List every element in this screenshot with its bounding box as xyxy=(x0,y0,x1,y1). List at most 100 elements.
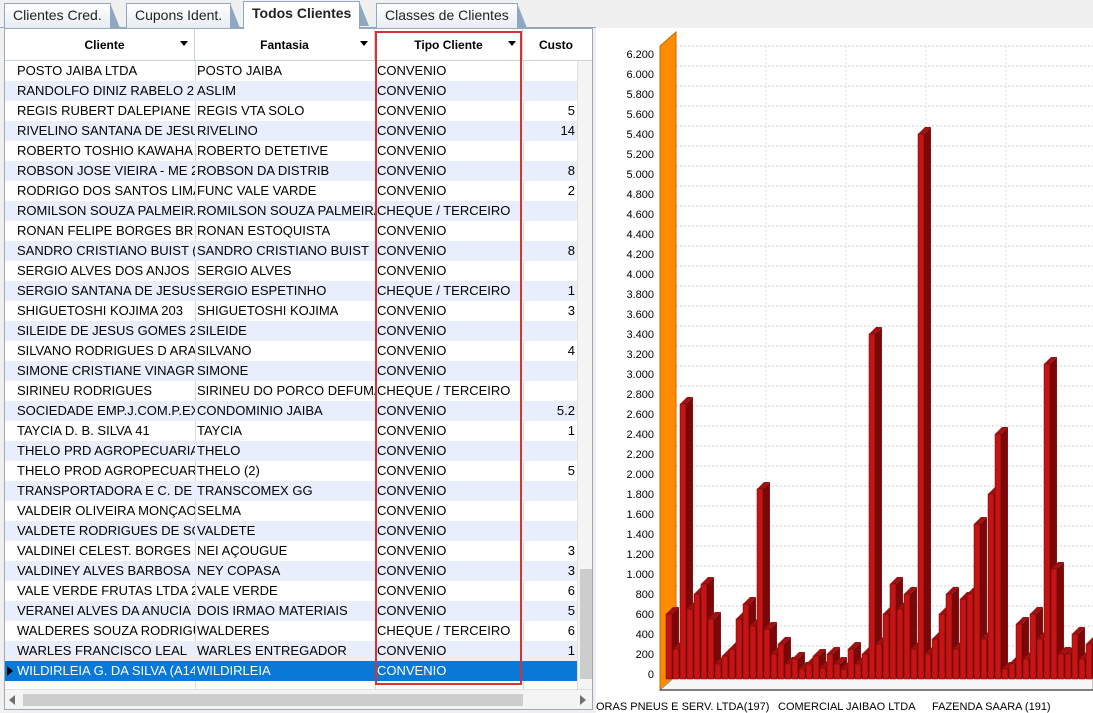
cell-cliente: SERGIO SANTANA DE JESUS xyxy=(17,283,195,298)
column-header-cliente-label: Cliente xyxy=(84,38,125,52)
y-tick-label: 4.400 xyxy=(626,229,654,241)
y-tick-label: 3.000 xyxy=(626,369,654,381)
y-tick-label: 5.400 xyxy=(626,129,654,141)
bar xyxy=(861,653,869,680)
cell-fantasia: VALDETE xyxy=(197,523,256,538)
vertical-scrollbar[interactable] xyxy=(577,61,592,689)
bar xyxy=(770,653,778,680)
cell-fantasia: NEI AÇOUGUE xyxy=(197,543,288,558)
tab-todos-clientes[interactable]: Todos Clientes xyxy=(243,1,370,29)
y-tick-label: 1.200 xyxy=(626,549,654,561)
bar xyxy=(903,593,911,680)
bar xyxy=(959,598,967,680)
cell-custo xyxy=(525,441,575,461)
x-tick-label: FAZENDA SAARA (191) xyxy=(932,701,1051,713)
row-indicator-icon xyxy=(7,666,13,676)
cell-fantasia: SELMA xyxy=(197,503,242,518)
cell-cliente: VALDETE RODRIGUES DE SO xyxy=(17,523,195,538)
clients-chart: 6.200 6.000 5.800 5.600 5.400 5.200 5.000 4.800… xyxy=(596,28,1093,713)
cell-cliente: THELO PROD AGROPECUAR xyxy=(17,463,195,478)
cell-fantasia: SILEIDE xyxy=(197,323,247,338)
cell-fantasia: RIVELINO xyxy=(197,123,258,138)
bar xyxy=(812,655,820,680)
bar xyxy=(679,403,687,680)
cell-fantasia: ROBERTO DETETIVE xyxy=(197,143,328,158)
column-header-fantasia[interactable]: Fantasia xyxy=(195,29,375,61)
bar xyxy=(735,618,743,680)
y-tick-label: 4.800 xyxy=(626,189,654,201)
y-tick-label: 5.800 xyxy=(626,89,654,101)
cell-fantasia: WILDIRLEIA xyxy=(197,663,271,678)
y-tick-label: 200 xyxy=(636,649,654,661)
bar xyxy=(784,663,792,680)
horizontal-scroll-thumb[interactable] xyxy=(23,694,523,706)
bar xyxy=(1050,568,1058,680)
cell-fantasia: SERGIO ESPETINHO xyxy=(197,283,327,298)
bar xyxy=(714,663,722,680)
cell-custo: 5.2 xyxy=(556,403,575,418)
cell-custo xyxy=(525,501,575,521)
cell-fantasia: ROBSON DA DISTRIB xyxy=(197,163,330,178)
column-header-custo[interactable]: Custo xyxy=(523,29,577,61)
bar xyxy=(805,663,813,680)
bar-top xyxy=(1086,637,1093,644)
cell-custo: 6 xyxy=(567,583,575,598)
bar xyxy=(868,333,876,680)
y-tick-label: 2.800 xyxy=(626,389,654,401)
bar xyxy=(1071,633,1079,680)
bar xyxy=(889,583,897,680)
cell-fantasia: THELO (2) xyxy=(197,463,260,478)
cell-custo xyxy=(525,141,575,161)
cell-cliente: WILDIRLEIA G. DA SILVA (A14 xyxy=(17,663,195,678)
clients-grid: Cliente Fantasia Tipo Cliente Custo POST… xyxy=(4,28,593,710)
tab-cupons-ident[interactable]: Cupons Ident. xyxy=(126,3,241,28)
cell-cliente: RONAN FELIPE BORGES BR xyxy=(17,223,194,238)
y-tick-label: 6.000 xyxy=(626,69,654,81)
cell-fantasia: SANDRO CRISTIANO BUIST xyxy=(197,243,369,258)
cell-cliente: SHIGUETOSHI KOJIMA 203 xyxy=(17,303,183,318)
cell-cliente: SERGIO ALVES DOS ANJOS xyxy=(17,263,190,278)
cell-cliente: SIRINEU RODRIGUES xyxy=(17,383,153,398)
bar xyxy=(791,658,799,680)
scroll-left-icon[interactable] xyxy=(9,695,15,705)
cell-custo: 2 xyxy=(567,183,575,198)
horizontal-scrollbar[interactable] xyxy=(5,689,592,709)
column-header-custo-label: Custo xyxy=(539,38,573,52)
cell-fantasia: VALE VERDE xyxy=(197,583,278,598)
bar xyxy=(931,638,939,680)
y-tick-label: 5.200 xyxy=(626,149,654,161)
y-tick-label: 3.200 xyxy=(626,349,654,361)
cell-cliente: SOCIEDADE EMP.J.COM.P.EX xyxy=(17,403,195,418)
bar xyxy=(707,618,715,680)
cell-custo xyxy=(525,361,575,381)
cell-fantasia: CONDOMINIO JAIBA xyxy=(197,403,323,418)
cell-cliente: VALDINEY ALVES BARBOSA xyxy=(17,563,191,578)
bar xyxy=(1057,653,1065,680)
vertical-scroll-thumb[interactable] xyxy=(580,569,592,679)
bar xyxy=(840,668,848,680)
bar xyxy=(924,653,932,680)
bar xyxy=(693,593,701,680)
cell-custo xyxy=(525,221,575,241)
x-tick-label: COMERCIAL JAIBAO LTDA xyxy=(778,701,916,713)
cell-cliente: VALDINEI CELEST. BORGES xyxy=(17,543,191,558)
column-header-cliente[interactable]: Cliente xyxy=(15,29,195,61)
cell-custo: 6 xyxy=(567,623,575,638)
bar xyxy=(966,593,974,680)
y-tick-label: 4.200 xyxy=(626,249,654,261)
bar xyxy=(987,493,995,680)
scroll-right-icon[interactable] xyxy=(580,695,586,705)
cell-cliente: VALDEIR OLIVEIRA MONÇAO xyxy=(17,503,195,518)
chevron-down-icon[interactable] xyxy=(180,41,188,46)
cell-custo: 3 xyxy=(567,303,575,318)
chevron-down-icon[interactable] xyxy=(360,41,368,46)
cell-cliente: REGIS RUBERT DALEPIANE xyxy=(17,103,191,118)
y-tick-label: 5.600 xyxy=(626,109,654,121)
bar xyxy=(665,613,673,680)
y-tick-label: 1.000 xyxy=(626,569,654,581)
tab-classes-de-clientes[interactable]: Classes de Clientes xyxy=(376,3,527,28)
tab-clientes-cred[interactable]: Clientes Cred. xyxy=(4,3,120,28)
cell-fantasia: THELO xyxy=(197,443,241,458)
bar xyxy=(1029,613,1037,680)
cell-custo: 4 xyxy=(567,343,575,358)
